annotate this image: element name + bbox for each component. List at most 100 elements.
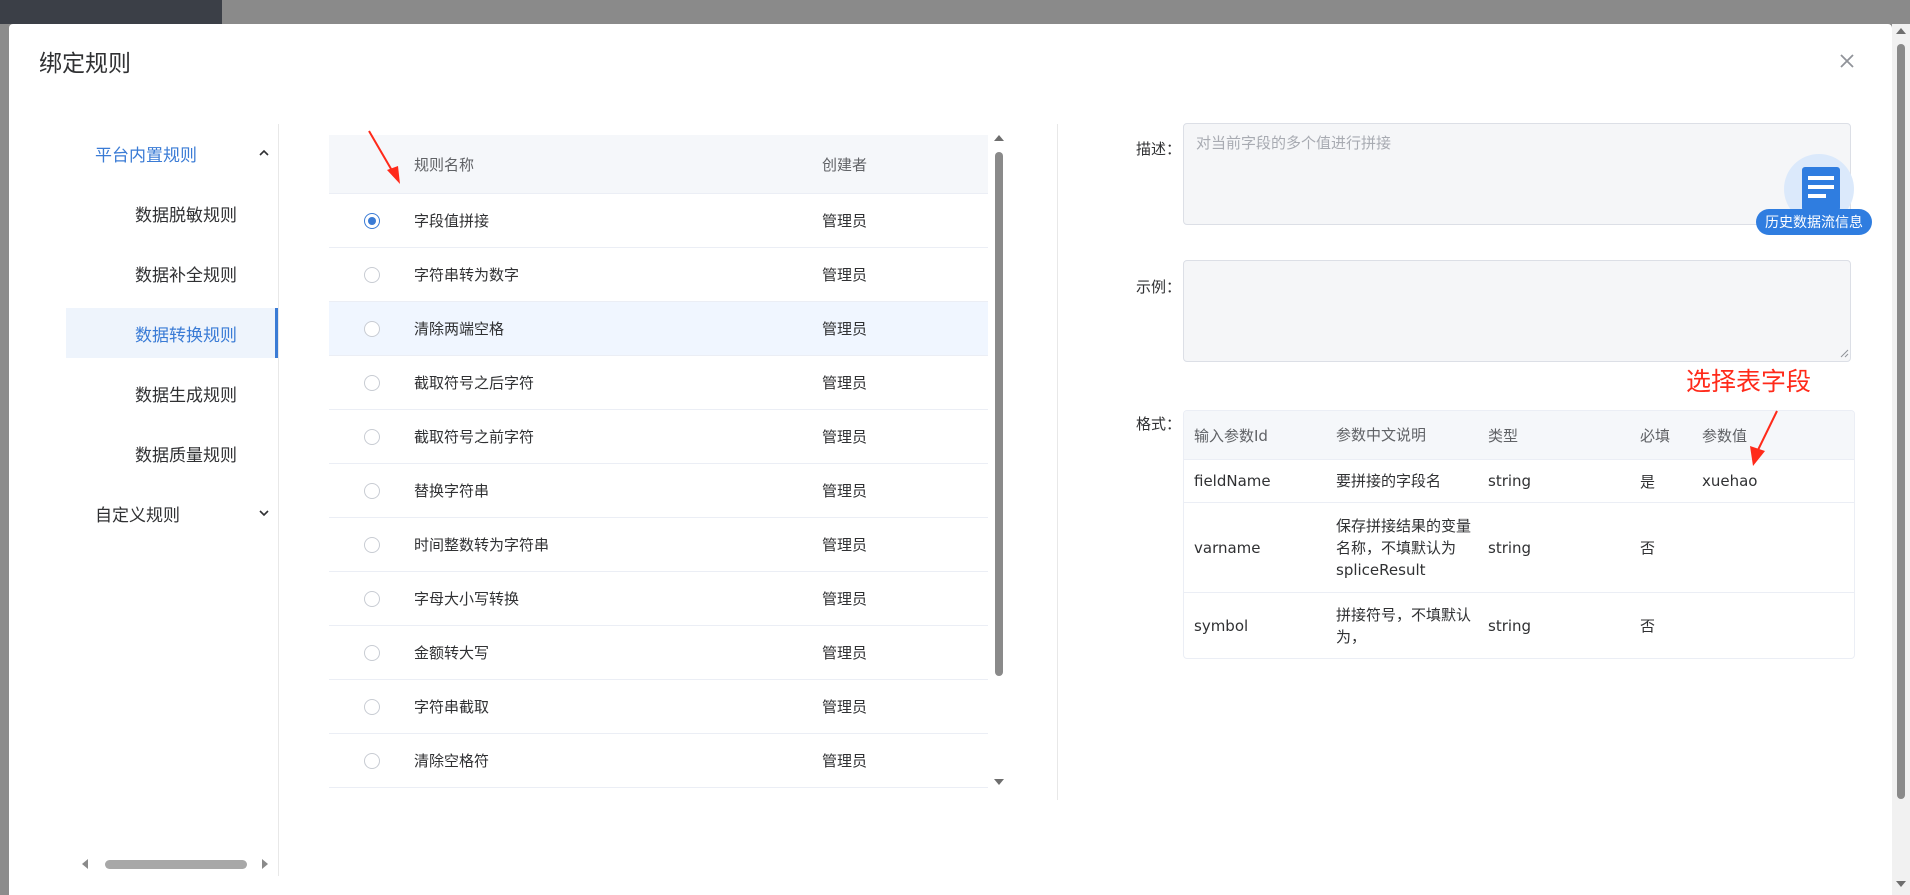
- rule-creator: 管理员: [822, 212, 868, 230]
- nav-horizontal-scrollbar[interactable]: [75, 855, 275, 873]
- rule-name: 清除空格符: [414, 752, 490, 770]
- nav-item-label: 数据生成规则: [135, 385, 237, 406]
- rule-name: 字符串截取: [414, 698, 490, 716]
- radio-button[interactable]: [363, 266, 380, 283]
- table-row[interactable]: 截取符号之前字符 管理员: [329, 410, 988, 464]
- rule-creator: 管理员: [822, 266, 868, 284]
- nav-item-masking[interactable]: 数据脱敏规则: [66, 188, 278, 238]
- param-desc: 保存拼接结果的变量名称，不填默认为 spliceResult: [1336, 516, 1472, 579]
- annotation-arrow-icon: [368, 130, 400, 184]
- radio-button[interactable]: [363, 428, 380, 445]
- param-type: string: [1488, 616, 1532, 635]
- param-type: string: [1488, 538, 1532, 557]
- rule-creator: 管理员: [822, 752, 868, 770]
- desc-textarea[interactable]: 对当前字段的多个值进行拼接: [1183, 123, 1851, 225]
- rule-name: 清除两端空格: [414, 320, 505, 338]
- nav-divider: [278, 124, 279, 876]
- nav-item-generation[interactable]: 数据生成规则: [66, 368, 278, 418]
- param-required: 否: [1640, 617, 1656, 635]
- nav-item-conversion[interactable]: 数据转换规则: [66, 308, 278, 358]
- rule-name: 时间整数转为字符串: [414, 536, 550, 554]
- radio-button[interactable]: [363, 590, 380, 607]
- header-param-desc: 参数中文说明: [1336, 426, 1427, 444]
- radio-button[interactable]: [363, 752, 380, 769]
- nav-group-label: 平台内置规则: [95, 145, 197, 166]
- panel-divider: [1057, 124, 1058, 800]
- header-param-id: 输入参数Id: [1194, 426, 1268, 445]
- nav-group-custom[interactable]: 自定义规则: [95, 493, 270, 533]
- rule-name: 字符串转为数字: [414, 266, 520, 284]
- table-row[interactable]: 字符串转为数字 管理员: [329, 248, 988, 302]
- rule-name: 替换字符串: [414, 482, 490, 500]
- radio-button[interactable]: [363, 212, 380, 229]
- nav-item-quality[interactable]: 数据质量规则: [66, 428, 278, 478]
- rule-creator: 管理员: [822, 320, 868, 338]
- nav-item-label: 数据转换规则: [135, 325, 237, 346]
- table-row[interactable]: 字母大小写转换 管理员: [329, 572, 988, 626]
- param-value-input[interactable]: xuehao: [1702, 472, 1854, 490]
- table-row[interactable]: 字符串截取 管理员: [329, 680, 988, 734]
- chevron-up-icon: [259, 149, 269, 156]
- rule-table-header: 规则名称 创建者: [329, 135, 988, 194]
- example-textarea[interactable]: [1183, 260, 1851, 362]
- param-required: 否: [1640, 539, 1656, 557]
- scroll-thumb: [105, 860, 247, 869]
- radio-button[interactable]: [363, 320, 380, 337]
- header-rule-name: 规则名称: [414, 155, 475, 174]
- table-row[interactable]: 字段值拼接 管理员: [329, 194, 988, 248]
- resize-handle-icon[interactable]: [1840, 349, 1849, 358]
- example-label: 示例：: [1136, 278, 1182, 296]
- annotation-text: 选择表字段: [1686, 367, 1812, 396]
- close-icon[interactable]: [1834, 48, 1860, 74]
- app-topbar-left: [0, 0, 222, 24]
- param-id: fieldName: [1194, 472, 1271, 490]
- rule-name: 字段值拼接: [414, 212, 490, 230]
- rule-table-scrollbar[interactable]: [990, 132, 1008, 788]
- param-desc: 要拼接的字段名: [1336, 472, 1442, 490]
- rule-table: 规则名称 创建者 字段值拼接 管理员 字符串转为数字 管理员 清除两端空格 管理…: [329, 135, 988, 788]
- scroll-thumb: [1897, 44, 1905, 799]
- nav-item-completion[interactable]: 数据补全规则: [66, 248, 278, 298]
- scroll-right-icon: [262, 859, 268, 869]
- rule-creator: 管理员: [822, 644, 868, 662]
- header-creator: 创建者: [822, 155, 868, 174]
- rule-creator: 管理员: [822, 482, 868, 500]
- nav-group-label: 自定义规则: [95, 505, 180, 526]
- dialog-title: 绑定规则: [39, 51, 131, 77]
- header-param-required: 必填: [1640, 426, 1671, 445]
- radio-button[interactable]: [363, 482, 380, 499]
- param-required: 是: [1640, 472, 1656, 491]
- page-scrollbar[interactable]: [1892, 24, 1910, 895]
- nav-item-label: 数据脱敏规则: [135, 205, 237, 226]
- radio-button[interactable]: [363, 644, 380, 661]
- annotation-arrow-icon: [1750, 410, 1778, 466]
- desc-label: 描述：: [1136, 140, 1182, 158]
- rule-name: 截取符号之后字符: [414, 374, 535, 392]
- table-row[interactable]: 时间整数转为字符串 管理员: [329, 518, 988, 572]
- table-row: symbol 拼接符号，不填默认为， string 否: [1184, 593, 1854, 658]
- chevron-down-icon: [259, 510, 269, 517]
- rule-name: 截取符号之前字符: [414, 428, 535, 446]
- nav-group-builtin[interactable]: 平台内置规则: [95, 133, 270, 173]
- table-row[interactable]: 金额转大写 管理员: [329, 626, 988, 680]
- table-row[interactable]: 截取符号之后字符 管理员: [329, 356, 988, 410]
- rule-creator: 管理员: [822, 428, 868, 446]
- table-row[interactable]: 清除两端空格 管理员: [329, 302, 988, 356]
- table-row[interactable]: 替换字符串 管理员: [329, 464, 988, 518]
- radio-button[interactable]: [363, 536, 380, 553]
- rule-creator: 管理员: [822, 590, 868, 608]
- format-label: 格式：: [1136, 415, 1182, 433]
- table-row: varname 保存拼接结果的变量名称，不填默认为 spliceResult s…: [1184, 503, 1854, 593]
- table-row[interactable]: 清除空格符 管理员: [329, 734, 988, 788]
- nav-item-label: 数据补全规则: [135, 265, 237, 286]
- param-id: varname: [1194, 538, 1261, 557]
- header-param-type: 类型: [1488, 426, 1519, 445]
- rule-creator: 管理员: [822, 536, 868, 554]
- scroll-left-icon: [82, 859, 88, 869]
- scroll-down-icon: [994, 779, 1004, 785]
- radio-button[interactable]: [363, 374, 380, 391]
- rule-name: 金额转大写: [414, 644, 490, 662]
- radio-button[interactable]: [363, 698, 380, 715]
- history-dataflow-button[interactable]: 历史数据流信息: [1756, 209, 1872, 235]
- rule-creator: 管理员: [822, 374, 868, 392]
